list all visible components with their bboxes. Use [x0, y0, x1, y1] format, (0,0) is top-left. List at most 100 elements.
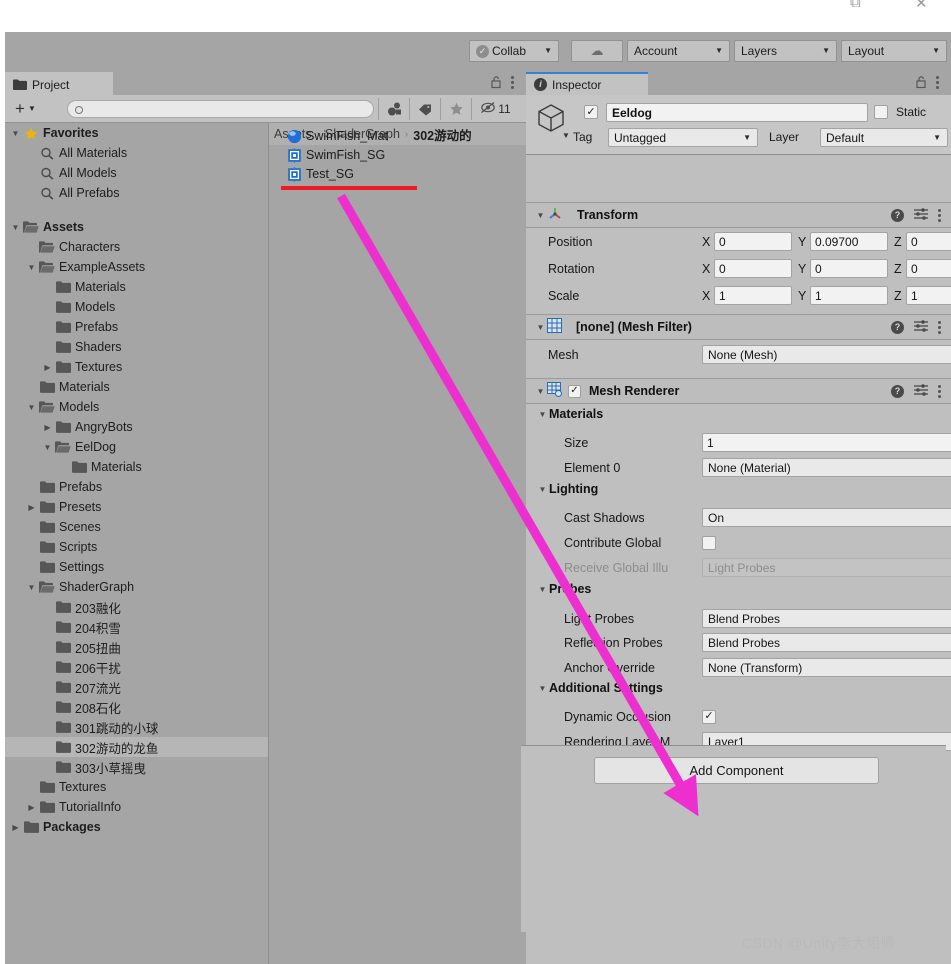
- collab-button[interactable]: ✓ Collab ▼: [469, 40, 559, 62]
- project-asset-list[interactable]: Assets›ShaderGraph›302游动的 SwimFish_MatSw…: [268, 123, 527, 964]
- tree-item-packages[interactable]: ▶ Packages: [5, 817, 268, 837]
- rotation-x-field[interactable]: 0: [714, 259, 792, 278]
- tree-item-208[interactable]: 208石化: [5, 697, 268, 717]
- chevron-down-icon[interactable]: ▼: [9, 129, 22, 138]
- chevron-down-icon[interactable]: ▼: [41, 443, 54, 452]
- account-button[interactable]: Account ▼: [627, 40, 730, 62]
- asset-item[interactable]: Test_SG: [269, 165, 526, 183]
- dynamic-occlusion-checkbox[interactable]: ✓: [702, 709, 716, 724]
- kebab-menu-icon[interactable]: [511, 76, 514, 89]
- project-folder-tree[interactable]: ▼ Favorites All Materials All Models All …: [5, 123, 268, 964]
- help-icon[interactable]: ?: [891, 320, 904, 334]
- tree-item-assets[interactable]: ▼ Assets: [5, 217, 268, 237]
- scale-x-field[interactable]: 1: [714, 286, 792, 305]
- kebab-menu-icon[interactable]: [936, 76, 939, 89]
- probes-group-header[interactable]: ▼ Probes: [536, 582, 592, 596]
- restore-icon[interactable]: ⧉: [850, 0, 861, 11]
- layers-button[interactable]: Layers ▼: [734, 40, 837, 62]
- tree-item-models[interactable]: ▼ Models: [5, 397, 268, 417]
- layer-dropdown[interactable]: Default ▼: [820, 128, 948, 147]
- mesh-objectfield[interactable]: None (Mesh): [702, 345, 951, 364]
- tab-project[interactable]: Project: [5, 72, 113, 95]
- tree-item-textures[interactable]: Textures: [5, 777, 268, 797]
- position-x-field[interactable]: 0: [714, 232, 792, 251]
- tree-item-eeldog[interactable]: ▼ EelDog: [5, 437, 268, 457]
- anchor-override-objectfield[interactable]: None (Transform): [702, 658, 951, 677]
- help-icon[interactable]: ?: [891, 208, 904, 222]
- meshrenderer-enabled-checkbox[interactable]: ✓: [568, 384, 581, 398]
- gameobject-name-field[interactable]: Eeldog: [606, 103, 868, 122]
- scale-z-field[interactable]: 1: [906, 286, 951, 305]
- chevron-down-icon[interactable]: ▼: [25, 263, 38, 272]
- element0-objectfield[interactable]: None (Material): [702, 458, 951, 477]
- scale-y-field[interactable]: 1: [810, 286, 888, 305]
- kebab-menu-icon[interactable]: [938, 384, 941, 398]
- chevron-down-icon[interactable]: ▼: [25, 583, 38, 592]
- tree-item-textures[interactable]: ▶ Textures: [5, 357, 268, 377]
- transform-component-header[interactable]: ▼ Transform ?: [526, 202, 951, 228]
- tree-item-models[interactable]: Models: [5, 297, 268, 317]
- meshfilter-component-header[interactable]: ▼ [none] (Mesh Filter) ?: [526, 314, 951, 340]
- lock-icon[interactable]: [916, 76, 927, 89]
- contribute-gi-checkbox[interactable]: [702, 535, 716, 550]
- tree-item-angrybots[interactable]: ▶ AngryBots: [5, 417, 268, 437]
- tree-item-materials[interactable]: Materials: [5, 377, 268, 397]
- chevron-down-icon[interactable]: ▼: [534, 323, 547, 332]
- cast-shadows-dropdown[interactable]: On ▼: [702, 508, 951, 527]
- position-z-field[interactable]: 0: [906, 232, 951, 251]
- chevron-right-icon[interactable]: ▶: [41, 423, 54, 432]
- tree-item-presets[interactable]: ▶ Presets: [5, 497, 268, 517]
- asset-item[interactable]: SwimFish_SG: [269, 146, 526, 164]
- preset-sliders-icon[interactable]: [914, 207, 928, 223]
- light-probes-dropdown[interactable]: Blend Probes ▼: [702, 609, 951, 628]
- reflection-probes-dropdown[interactable]: Blend Probes ▼: [702, 633, 951, 652]
- chevron-right-icon[interactable]: ▶: [25, 803, 38, 812]
- preset-sliders-icon[interactable]: [914, 319, 928, 335]
- chevron-down-icon[interactable]: ▼: [25, 403, 38, 412]
- materials-group-header[interactable]: ▼ Materials: [536, 407, 604, 421]
- tree-item-all-models[interactable]: All Models: [5, 163, 268, 183]
- tag-dropdown[interactable]: Untagged ▼: [608, 128, 758, 147]
- tree-item-exampleassets[interactable]: ▼ ExampleAssets: [5, 257, 268, 277]
- meshrenderer-component-header[interactable]: ▼ ✓ Mesh Renderer ?: [526, 378, 951, 404]
- search-input[interactable]: [67, 100, 374, 118]
- add-component-button[interactable]: Add Component: [594, 757, 879, 784]
- tree-item-scripts[interactable]: Scripts: [5, 537, 268, 557]
- chevron-right-icon[interactable]: ▶: [41, 363, 54, 372]
- chevron-down-icon[interactable]: ▼: [9, 223, 22, 232]
- tab-inspector[interactable]: i Inspector: [526, 72, 648, 95]
- tree-item-settings[interactable]: Settings: [5, 557, 268, 577]
- lighting-group-header[interactable]: ▼ Lighting: [536, 482, 599, 496]
- lock-icon[interactable]: [491, 76, 502, 89]
- chevron-right-icon[interactable]: ▶: [9, 823, 22, 832]
- chevron-right-icon[interactable]: ▶: [25, 503, 38, 512]
- preset-sliders-icon[interactable]: [914, 383, 928, 399]
- tree-item-prefabs[interactable]: Prefabs: [5, 317, 268, 337]
- cloud-button[interactable]: ☁: [571, 40, 623, 62]
- tree-item-207[interactable]: 207流光: [5, 677, 268, 697]
- tree-item-prefabs[interactable]: Prefabs: [5, 477, 268, 497]
- tree-item-all-materials[interactable]: All Materials: [5, 143, 268, 163]
- position-y-field[interactable]: 0.09700: [810, 232, 888, 251]
- close-icon[interactable]: ✕: [915, 0, 928, 12]
- tree-item-materials[interactable]: Materials: [5, 277, 268, 297]
- tree-item-303[interactable]: 303小草摇曳: [5, 757, 268, 777]
- chevron-down-icon[interactable]: ▼: [534, 387, 547, 396]
- tree-item-302[interactable]: 302游动的龙鱼: [5, 737, 268, 757]
- gameobject-enabled-checkbox[interactable]: ✓: [584, 105, 598, 119]
- tree-item-204[interactable]: 204积雪: [5, 617, 268, 637]
- asset-item[interactable]: SwimFish_Mat: [269, 127, 526, 145]
- tree-item-tutorialinfo[interactable]: ▶ TutorialInfo: [5, 797, 268, 817]
- chevron-down-icon[interactable]: ▼: [534, 211, 547, 220]
- tree-item-205[interactable]: 205扭曲: [5, 637, 268, 657]
- kebab-menu-icon[interactable]: [938, 208, 941, 222]
- star-filter-icon[interactable]: [440, 98, 471, 120]
- kebab-menu-icon[interactable]: [938, 320, 941, 334]
- layout-button[interactable]: Layout ▼: [841, 40, 947, 62]
- tree-item-206[interactable]: 206干扰: [5, 657, 268, 677]
- tree-item-301[interactable]: 301跳动的小球: [5, 717, 268, 737]
- materials-size-field[interactable]: 1: [702, 433, 951, 452]
- hidden-assets-toggle[interactable]: 11: [471, 98, 519, 120]
- tree-item-shaders[interactable]: Shaders: [5, 337, 268, 357]
- chevron-down-icon[interactable]: ▼: [562, 131, 570, 140]
